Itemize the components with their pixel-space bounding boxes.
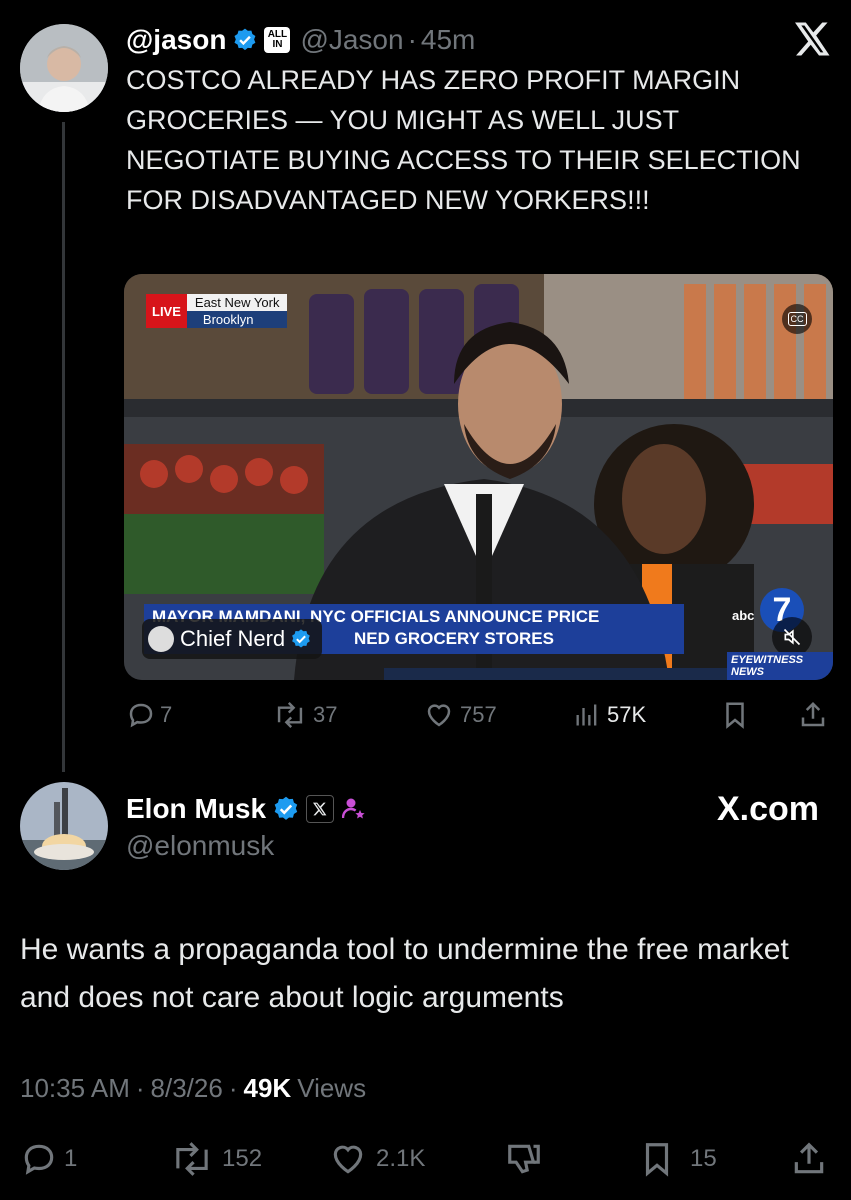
chief-nerd-avatar	[148, 626, 174, 652]
post-time[interactable]: 10:35 AM	[20, 1073, 130, 1104]
share-icon	[801, 701, 825, 727]
jason-header-row: @jason ALL IN @Jason · 45m	[126, 20, 475, 60]
speaker-muted-icon	[783, 628, 801, 646]
views-count: 49K	[243, 1073, 292, 1103]
repost-button[interactable]: 37	[273, 700, 337, 730]
repost-count: 37	[313, 702, 338, 727]
video-player[interactable]: LIVE East New York Brooklyn CC MAYOR MAM…	[124, 274, 833, 680]
jason-tweet-text: COSTCO ALREADY HAS ZERO PROFIT MARGIN GR…	[126, 65, 801, 215]
mute-button[interactable]	[772, 617, 812, 657]
location-line2: Brooklyn	[186, 311, 288, 328]
like-button[interactable]: 2.1K	[328, 1140, 425, 1178]
x-logo-icon[interactable]	[795, 22, 831, 61]
downvote-button[interactable]	[505, 1140, 543, 1178]
like-button[interactable]: 757	[424, 700, 497, 730]
live-badge: LIVE East New York Brooklyn	[146, 294, 288, 328]
reply-button[interactable]: 1	[20, 1140, 77, 1178]
tweet-time[interactable]: 45m	[421, 24, 475, 56]
verified-badge-icon	[272, 795, 300, 823]
views-label: Views	[297, 1073, 367, 1103]
bookmark-icon	[726, 702, 744, 729]
live-label: LIVE	[146, 294, 187, 328]
heart-icon	[333, 1145, 363, 1174]
affiliation-label[interactable]: X.com	[717, 790, 819, 829]
elon-name-row: Elon Musk	[126, 789, 366, 829]
share-icon	[794, 1142, 824, 1174]
like-count: 2.1K	[376, 1145, 426, 1172]
jason-handle[interactable]: @Jason	[300, 24, 403, 56]
jason-display-name[interactable]: @jason	[126, 24, 226, 56]
captions-button[interactable]: CC	[782, 304, 812, 334]
repost-icon	[277, 701, 303, 729]
post-date[interactable]: 8/3/26	[151, 1073, 223, 1104]
bookmark-button[interactable]	[720, 700, 750, 730]
repost-count: 152	[222, 1145, 263, 1172]
elon-tweet-text: He wants a propaganda tool to undermine …	[20, 933, 789, 1014]
allin-badge-icon: ALL IN	[264, 27, 291, 53]
thread-connector-line	[62, 122, 65, 772]
heart-icon	[427, 704, 451, 727]
reply-button[interactable]: 7	[126, 700, 172, 730]
location-line1: East New York	[186, 294, 288, 311]
verified-badge-icon	[232, 27, 258, 53]
reply-icon	[129, 703, 153, 728]
jason-avatar[interactable]	[20, 24, 108, 112]
bookmark-icon	[645, 1143, 669, 1177]
bookmark-count: 15	[690, 1145, 717, 1172]
elon-handle[interactable]: @elonmusk	[126, 830, 274, 862]
government-badge-icon	[342, 796, 366, 822]
timestamp-row: 10:35 AM · 8/3/26 · 49K Views	[20, 1073, 367, 1104]
bookmark-button[interactable]: 15	[638, 1140, 717, 1178]
chyron-subheadline: NED GROCERY STORES	[354, 629, 554, 648]
eyewitness-news-label: EYEWITNESS NEWS	[727, 652, 833, 680]
views-button[interactable]: 57K	[573, 700, 646, 730]
share-button[interactable]	[790, 1140, 828, 1178]
credit-verified-icon	[290, 628, 312, 650]
elon-display-name[interactable]: Elon Musk	[126, 793, 266, 825]
reply-count: 7	[160, 702, 173, 727]
credit-name: Chief Nerd	[180, 626, 286, 651]
thumbs-down-icon	[508, 1144, 540, 1174]
repost-icon	[176, 1142, 208, 1176]
views-chart-icon	[576, 704, 597, 726]
share-button[interactable]	[798, 700, 828, 730]
video-credit-overlay[interactable]: Chief Nerd	[142, 619, 323, 659]
x-affiliate-badge-icon[interactable]	[306, 795, 335, 823]
repost-button[interactable]: 152	[170, 1140, 262, 1178]
elon-avatar[interactable]	[20, 782, 108, 870]
like-count: 757	[460, 702, 497, 727]
reply-icon	[24, 1144, 54, 1175]
views-count: 57K	[607, 702, 647, 727]
reply-count: 1	[64, 1145, 78, 1172]
header-separator: ·	[407, 24, 417, 55]
